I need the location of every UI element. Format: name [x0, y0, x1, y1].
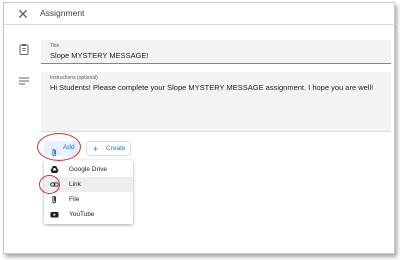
instructions-field-label: Instructions (optional) [50, 75, 98, 81]
annotation-circle-add [37, 133, 81, 161]
notes-lines-icon [18, 75, 30, 87]
close-button[interactable]: ✕ [15, 6, 31, 22]
annotation-circle-link [39, 175, 60, 194]
page-title: Assignment [40, 8, 85, 18]
title-field[interactable]: Title Slope MYSTERY MESSAGE! [41, 40, 391, 64]
instructions-field[interactable]: Instructions (optional) Hi Students! Ple… [41, 72, 391, 132]
youtube-icon [50, 210, 59, 219]
plus-icon: + [93, 144, 99, 154]
create-button[interactable]: + Create [86, 141, 131, 156]
menu-item-google-drive[interactable]: Google Drive [44, 162, 133, 177]
instructions-input[interactable]: Hi Students! Please complete your Slope … [50, 83, 373, 92]
title-input[interactable]: Slope MYSTERY MESSAGE! [50, 51, 149, 60]
clipboard-icon [18, 43, 30, 55]
menu-item-label: Google Drive [69, 166, 107, 173]
add-dropdown-menu: Google Drive Link File YouTube [44, 160, 133, 224]
menu-item-file[interactable]: File [44, 192, 133, 207]
assignment-window: ✕ Assignment Title Slope MYSTERY MESSAGE… [3, 2, 395, 254]
menu-item-label: YouTube [69, 211, 95, 218]
google-drive-icon [50, 165, 59, 174]
paperclip-icon [50, 195, 59, 204]
title-field-label: Title [50, 43, 60, 49]
create-button-label: Create [106, 145, 126, 152]
menu-item-label: Link [69, 181, 81, 188]
top-app-bar: ✕ Assignment [4, 3, 394, 25]
menu-item-label: File [69, 196, 80, 203]
menu-item-youtube[interactable]: YouTube [44, 207, 133, 222]
